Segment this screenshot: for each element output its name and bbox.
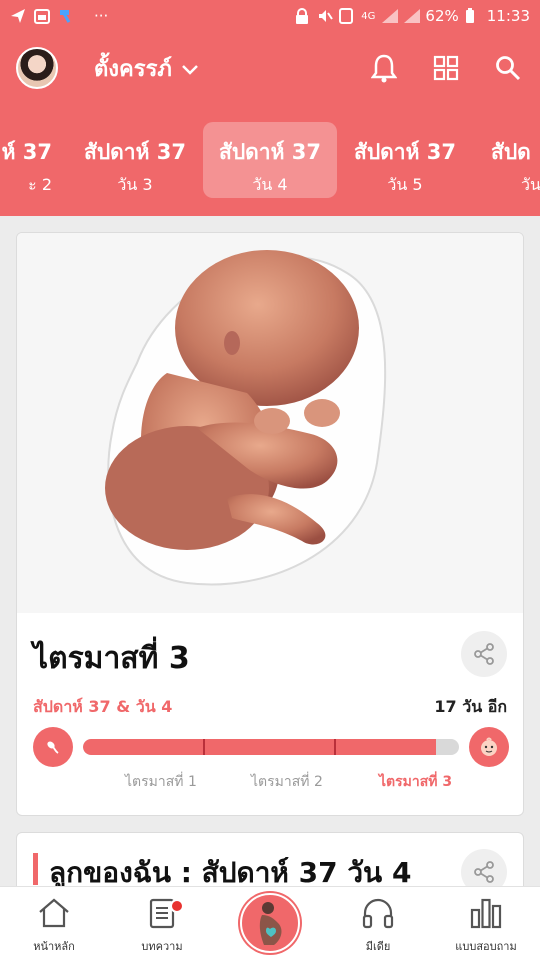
network-type: 4G bbox=[361, 10, 376, 22]
lock-icon bbox=[295, 8, 311, 24]
sim-icon bbox=[339, 8, 355, 24]
trimester-tick-1 bbox=[203, 739, 205, 755]
pregnancy-icon bbox=[259, 902, 282, 945]
app-bar: ตั้งครรภ์ bbox=[0, 32, 540, 104]
more-icon: ··· bbox=[94, 7, 109, 25]
trimester-label-3: ไตรมาสที่ 3 bbox=[379, 774, 453, 790]
battery-percent: 62% bbox=[425, 7, 459, 25]
tab-day-3[interactable]: สัปดาห์ 37 วัน 3 bbox=[68, 122, 202, 198]
tab-day-2[interactable]: ห์ 37 ะ 2 bbox=[0, 122, 52, 198]
signal-icon-2 bbox=[403, 8, 421, 24]
nav-articles[interactable]: บทความ bbox=[108, 895, 216, 955]
sperm-icon bbox=[33, 727, 73, 767]
progress-track bbox=[83, 739, 459, 755]
status-bar: ··· 4G 62% 11:33 bbox=[0, 0, 540, 32]
baby-face-icon bbox=[469, 727, 509, 767]
share-button[interactable] bbox=[461, 631, 507, 677]
hammer-icon bbox=[58, 8, 74, 24]
tab-day-4[interactable]: สัปดาห์ 37 วัน 4 bbox=[203, 122, 337, 198]
nav-survey[interactable]: แบบสอบถาม bbox=[432, 895, 540, 955]
headphones-icon bbox=[324, 895, 432, 931]
pregnancy-center-button[interactable] bbox=[240, 893, 300, 953]
pregnancy-progress bbox=[33, 727, 509, 767]
article-icon bbox=[108, 895, 216, 931]
clock: 11:33 bbox=[486, 7, 530, 25]
signal-icon bbox=[381, 8, 399, 24]
trimester-labels: ไตรมาสที่ 1 ไตรมาสที่ 2 ไตรมาสที่ 3 bbox=[33, 771, 509, 791]
trimester-label-1: ไตรมาสที่ 1 bbox=[125, 774, 197, 790]
poll-icon bbox=[432, 895, 540, 931]
paper-plane-icon bbox=[10, 8, 26, 24]
chevron-down-icon bbox=[182, 56, 198, 81]
trimester-title: ไตรมาสที่ 3 bbox=[33, 641, 190, 676]
trimester-label-2: ไตรมาสที่ 2 bbox=[251, 774, 323, 790]
share-icon bbox=[474, 861, 494, 883]
avatar[interactable] bbox=[16, 47, 58, 89]
tab-day-5[interactable]: สัปดาห์ 37 วัน 5 bbox=[338, 122, 472, 198]
day-tabs: ห์ 37 ะ 2 สัปดาห์ 37 วัน 3 สัปดาห์ 37 วั… bbox=[0, 104, 540, 216]
days-left: 17 วัน อีก bbox=[434, 697, 507, 716]
notification-badge bbox=[170, 899, 184, 913]
battery-icon bbox=[465, 8, 481, 24]
profile-selector[interactable]: ตั้งครรภ์ bbox=[94, 51, 198, 86]
trimester-card: ไตรมาสที่ 3 สัปดาห์ 37 & วัน 4 17 วัน อี… bbox=[16, 232, 524, 816]
share-icon bbox=[474, 643, 494, 665]
calendar-icon bbox=[34, 8, 50, 24]
title-accent bbox=[33, 853, 38, 885]
progress-fill bbox=[83, 739, 437, 755]
nav-home[interactable]: หน้าหลัก bbox=[0, 895, 108, 955]
trimester-tick-2 bbox=[334, 739, 336, 755]
search-icon[interactable] bbox=[492, 52, 524, 84]
home-icon bbox=[0, 895, 108, 931]
tab-day-6[interactable]: สัปด วัน bbox=[473, 122, 540, 198]
current-week-label: สัปดาห์ 37 & วัน 4 bbox=[33, 697, 173, 716]
fetus-illustration bbox=[17, 233, 523, 613]
profile-name: ตั้งครรภ์ bbox=[94, 56, 172, 82]
bell-icon[interactable] bbox=[368, 52, 400, 84]
nav-media[interactable]: มีเดีย bbox=[324, 895, 432, 955]
mute-icon bbox=[317, 8, 334, 24]
grid-icon[interactable] bbox=[430, 52, 462, 84]
